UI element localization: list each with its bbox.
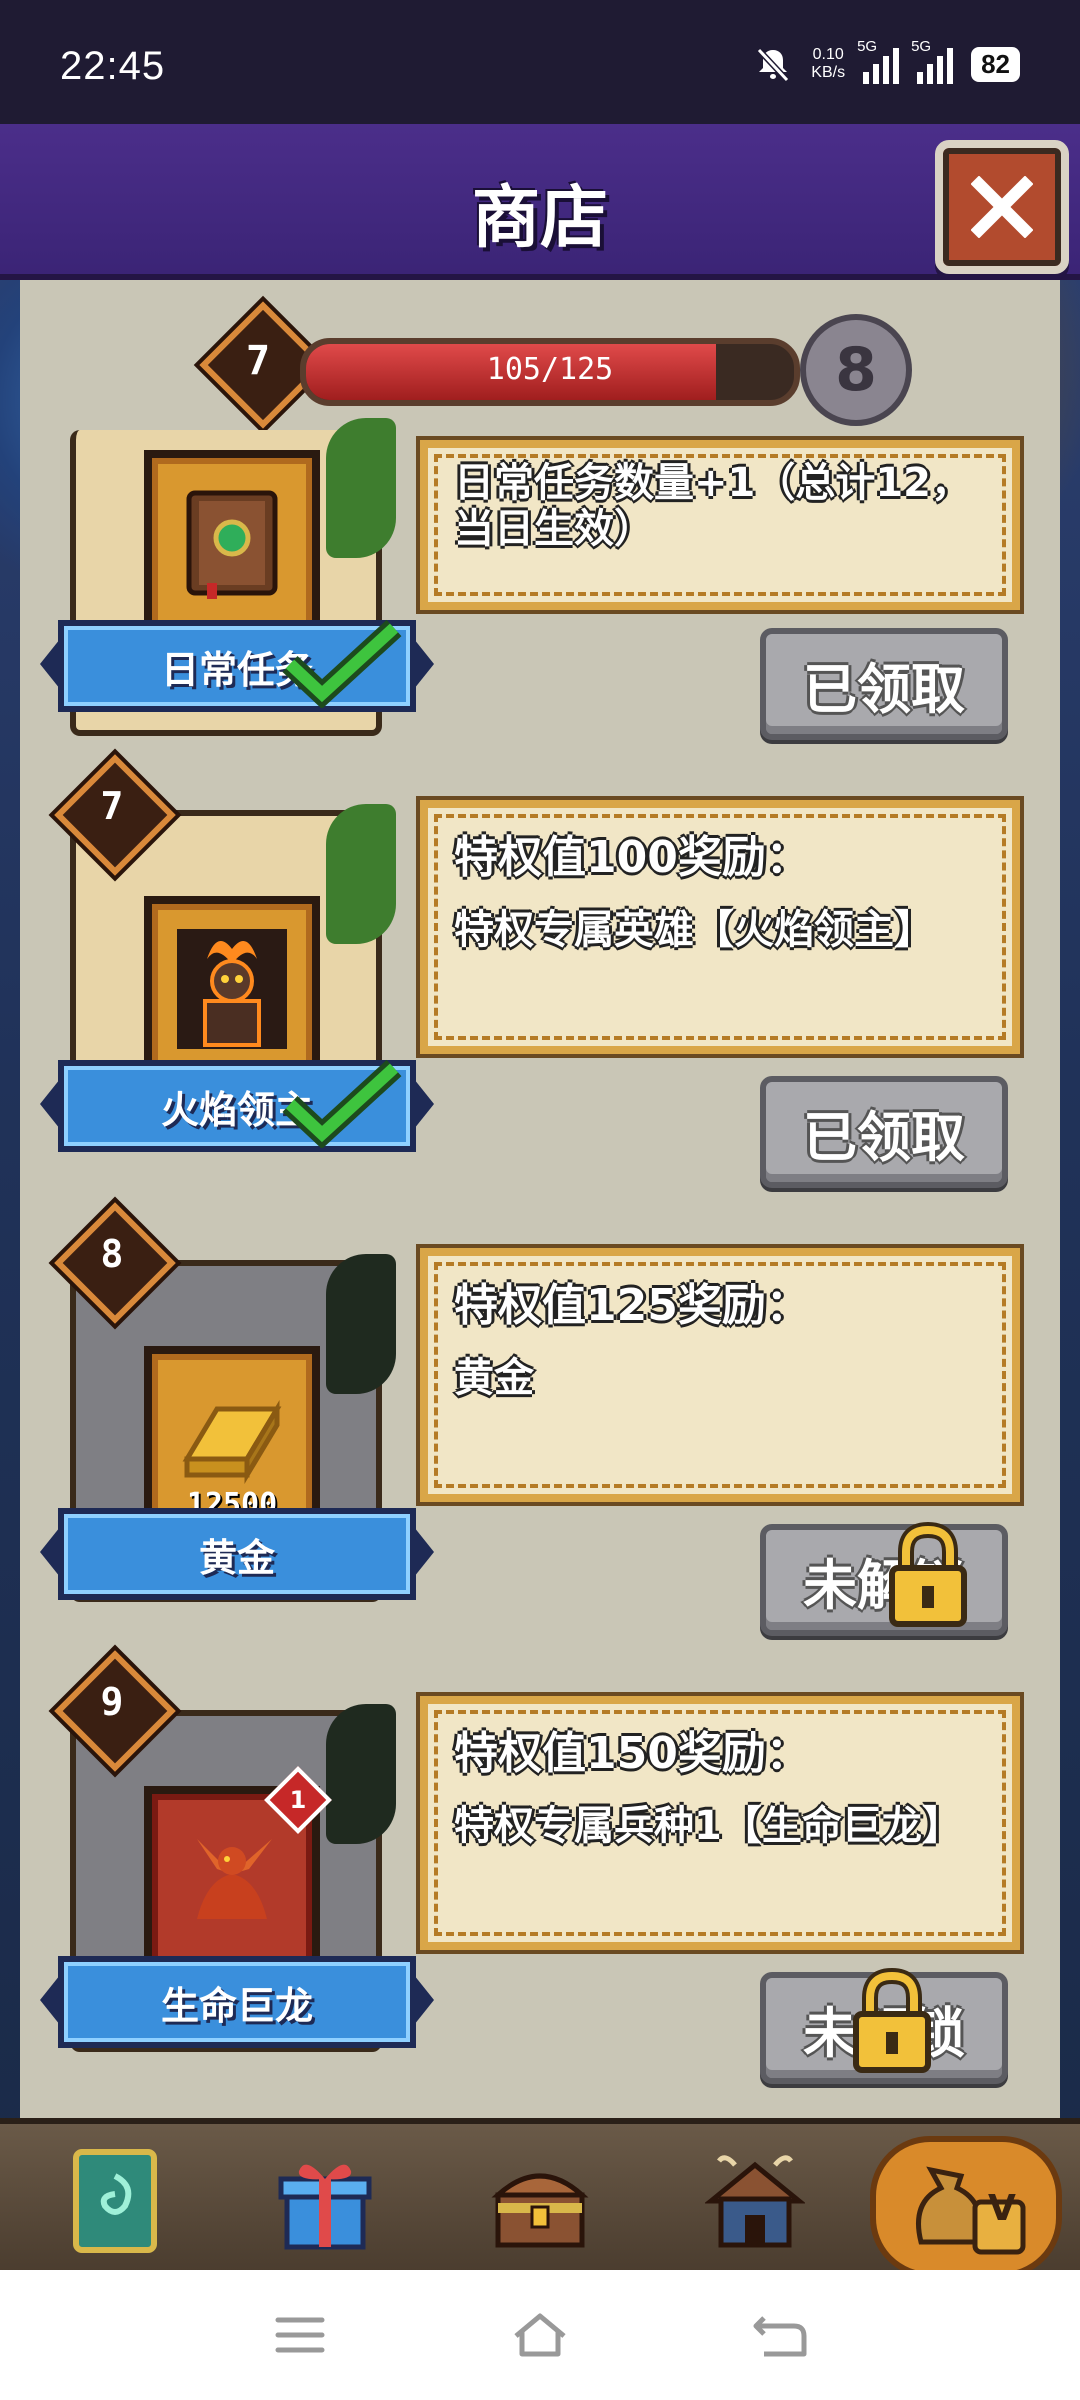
tab-gifts[interactable] (250, 2136, 400, 2266)
net-speed: 0.10 KB/s (811, 46, 845, 82)
vip-label: V (988, 2188, 1016, 2229)
signal-icon-1: 5G (857, 38, 900, 84)
red-dragon-icon (197, 1839, 272, 1919)
net-speed-value: 0.10 (812, 46, 844, 63)
book-icon (186, 490, 278, 599)
reward-description-detail: 特权专属兵种1【生命巨龙】 (454, 1803, 962, 1849)
gift-icon (278, 2164, 372, 2250)
leaf-decoration (326, 1704, 396, 1844)
menu-icon[interactable] (270, 2310, 330, 2360)
next-level-badge: 8 (800, 314, 912, 426)
progress-text: 105/125 (486, 352, 614, 387)
reward-description-title: 特权值150奖励： (454, 1728, 810, 1779)
close-button[interactable] (935, 140, 1069, 274)
leaf-decoration (326, 418, 396, 558)
signal-label-1: 5G (857, 38, 878, 55)
leaf-decoration (326, 804, 396, 944)
back-icon[interactable] (750, 2310, 810, 2360)
fire-lord-hero-icon (177, 929, 287, 1049)
reward-item-frame (144, 450, 320, 636)
tab-vip-shop[interactable]: V (870, 2136, 1062, 2278)
signal-icon-2: 5G (911, 38, 954, 84)
reward-description: 特权值100奖励： 特权专属英雄【火焰领主】 (420, 800, 1020, 1054)
tab-treasure[interactable] (465, 2136, 615, 2266)
reward-description: 特权值150奖励： 特权专属兵种1【生命巨龙】 (420, 1696, 1020, 1950)
status-bar: 22:45 0.10 KB/s 5G 5G 82 (0, 0, 1080, 124)
system-nav-bar (0, 2270, 1080, 2400)
count-badge-value: 1 (289, 1786, 307, 1814)
leaf-decoration (326, 1254, 396, 1394)
reward-description: 特权值125奖励： 黄金 (420, 1248, 1020, 1502)
treasure-chest-icon (491, 2173, 589, 2248)
reward-item-frame: 12500 (144, 1346, 320, 1532)
claimed-button[interactable]: 已领取 (760, 628, 1008, 740)
reward-rank: 7 (100, 784, 124, 828)
reward-description-title: 日常任务数量+1（总计12，当日生效） (454, 460, 972, 552)
reward-rank: 8 (100, 1232, 124, 1276)
tab-cards[interactable] (40, 2136, 190, 2266)
checkmark-icon (282, 1059, 402, 1148)
reward-description-title: 特权值125奖励： (454, 1280, 810, 1331)
claimed-button[interactable]: 已领取 (760, 1076, 1008, 1188)
house-icon (705, 2155, 805, 2248)
net-speed-unit: KB/s (811, 64, 846, 81)
reward-description-title: 特权值100奖励： (454, 832, 810, 883)
battery-icon: 82 (971, 46, 1020, 82)
padlock-icon (853, 1967, 931, 2073)
shop-header: 商店 (0, 124, 1080, 280)
gold-bar-icon (182, 1399, 282, 1485)
mute-bell-icon (757, 47, 790, 83)
home-icon[interactable] (510, 2310, 570, 2360)
current-level: 7 (245, 338, 271, 384)
status-time: 22:45 (60, 44, 166, 88)
close-icon (971, 176, 1033, 238)
reward-rank: 9 (100, 1680, 124, 1724)
tab-house[interactable] (680, 2136, 830, 2266)
padlock-icon (889, 1521, 967, 1627)
privilege-progress-bar: 105/125 (300, 338, 800, 406)
reward-label-ribbon: 生命巨龙 (40, 1956, 434, 2048)
reward-item-frame (144, 896, 320, 1082)
checkmark-icon (282, 619, 402, 708)
reward-description-detail: 黄金 (454, 1355, 534, 1401)
reward-description: 日常任务数量+1（总计12，当日生效） (420, 440, 1020, 610)
signal-label-2: 5G (911, 38, 932, 55)
reward-label-ribbon: 黄金 (40, 1508, 434, 1600)
reward-item-frame: 1 (144, 1766, 332, 1972)
card-icon (73, 2149, 157, 2253)
page-title: 商店 (471, 179, 608, 258)
reward-description-detail: 特权专属英雄【火焰领主】 (454, 907, 934, 953)
status-icons: 0.10 KB/s 5G 5G 82 (753, 38, 1020, 84)
bottom-tab-bar: V (0, 2118, 1080, 2278)
